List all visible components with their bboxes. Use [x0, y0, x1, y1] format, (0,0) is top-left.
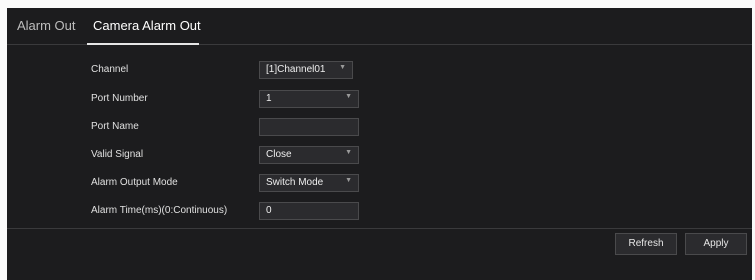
chevron-down-icon: ▼: [345, 93, 352, 100]
alarm-output-mode-label: Alarm Output Mode: [91, 177, 178, 188]
chevron-down-icon: ▼: [345, 149, 352, 156]
valid-signal-select[interactable]: Close ▼: [259, 146, 359, 164]
alarm-time-row: Alarm Time(ms)(0:Continuous) 0: [7, 202, 752, 222]
port-name-row: Port Name: [7, 118, 752, 138]
refresh-button[interactable]: Refresh: [615, 233, 677, 255]
channel-select[interactable]: [1]Channel01 ▼: [259, 61, 353, 79]
alarm-time-value: 0: [266, 205, 272, 216]
channel-row: Channel [1]Channel01 ▼: [7, 61, 752, 81]
settings-panel: Alarm Out Camera Alarm Out Channel [1]Ch…: [7, 8, 752, 280]
apply-button[interactable]: Apply: [685, 233, 747, 255]
port-name-input[interactable]: [259, 118, 359, 136]
alarm-time-input[interactable]: 0: [259, 202, 359, 220]
port-number-select[interactable]: 1 ▼: [259, 90, 359, 108]
valid-signal-value: Close: [266, 149, 292, 160]
tab-alarm-out[interactable]: Alarm Out: [17, 18, 76, 33]
channel-value: [1]Channel01: [266, 64, 326, 75]
valid-signal-label: Valid Signal: [91, 149, 144, 160]
alarm-output-mode-value: Switch Mode: [266, 177, 324, 188]
channel-label: Channel: [91, 64, 129, 75]
port-number-value: 1: [266, 93, 272, 104]
alarm-output-mode-row: Alarm Output Mode Switch Mode ▼: [7, 174, 752, 194]
active-tab-indicator: [87, 43, 199, 45]
valid-signal-row: Valid Signal Close ▼: [7, 146, 752, 166]
port-number-row: Port Number 1 ▼: [7, 90, 752, 110]
chevron-down-icon: ▼: [345, 177, 352, 184]
port-number-label: Port Number: [91, 93, 148, 104]
chevron-down-icon: ▼: [339, 64, 346, 71]
tab-camera-alarm-out[interactable]: Camera Alarm Out: [93, 18, 201, 33]
tab-bar: Alarm Out Camera Alarm Out: [7, 8, 752, 45]
divider: [7, 228, 752, 229]
port-name-label: Port Name: [91, 121, 139, 132]
alarm-output-mode-select[interactable]: Switch Mode ▼: [259, 174, 359, 192]
alarm-time-label: Alarm Time(ms)(0:Continuous): [91, 205, 228, 216]
